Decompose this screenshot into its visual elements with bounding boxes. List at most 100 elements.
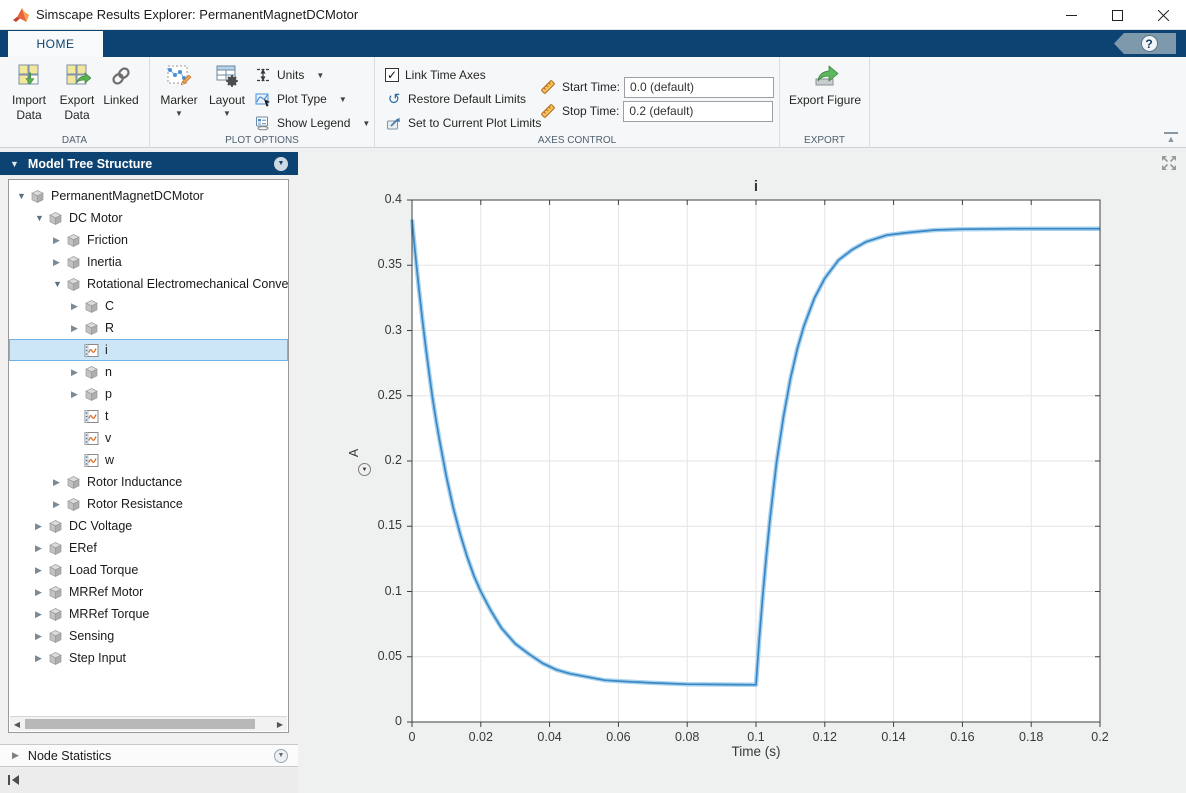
tree-item-t[interactable]: t [9, 405, 288, 427]
tree-item-permanentmagnetdcmotor[interactable]: ▼ PermanentMagnetDCMotor [9, 185, 288, 207]
y-tick-label: 0.3 [384, 322, 402, 337]
y-tick-label: 0.2 [384, 453, 402, 467]
tree-item-sensing[interactable]: ▶ Sensing [9, 625, 288, 647]
expand-arrow-icon[interactable]: ▶ [35, 609, 48, 620]
tree-item-c[interactable]: ▶ C [9, 295, 288, 317]
tree-item-step-input[interactable]: ▶ Step Input [9, 647, 288, 669]
plot-type-menu-button[interactable]: Plot Type ▼ [254, 88, 347, 110]
model-tree-structure-header[interactable]: ▼ Model Tree Structure ▼ [0, 152, 298, 175]
scrollbar-thumb[interactable] [25, 719, 255, 729]
tree-item-p[interactable]: ▶ p [9, 383, 288, 405]
start-time-input[interactable] [624, 76, 775, 98]
expand-arrow-icon[interactable]: ▶ [53, 235, 66, 246]
expand-arrow-icon[interactable]: ▶ [35, 565, 48, 576]
expand-arrow-icon[interactable]: ▶ [53, 499, 66, 510]
minimize-button[interactable] [1048, 0, 1094, 30]
tree-item-r[interactable]: ▶ R [9, 317, 288, 339]
expand-arrow-icon[interactable]: ▶ [71, 389, 84, 400]
set-to-current-plot-limits-button[interactable]: Set to Current Plot Limits [385, 112, 541, 134]
tree-item-label: Rotational Electromechanical Convert [87, 277, 289, 291]
tree-item-label: ERef [69, 541, 97, 555]
block-icon [30, 189, 45, 204]
tree-item-rotational-electromechanical-convert[interactable]: ▼ Rotational Electromechanical Convert [9, 273, 288, 295]
x-tick-label: 0.02 [468, 730, 493, 744]
expand-arrow-icon[interactable]: ▶ [35, 653, 48, 664]
maximize-button[interactable] [1094, 0, 1140, 30]
expand-arrow-icon[interactable]: ▶ [71, 323, 84, 334]
panel-menu-icon[interactable]: ▼ [274, 156, 288, 171]
linked-button[interactable]: Linked [101, 62, 141, 108]
signal-icon [84, 431, 99, 446]
main-area: ▼ Model Tree Structure ▼ ▼ PermanentMagn… [0, 148, 1186, 793]
expand-arrow-icon[interactable]: ▶ [35, 587, 48, 598]
expand-arrow-icon[interactable]: ▶ [35, 521, 48, 532]
tree-item-label: Step Input [69, 651, 126, 665]
tab-home[interactable]: HOME [8, 31, 103, 57]
tree-item-label: DC Voltage [69, 519, 133, 533]
export-figure-button[interactable]: Export Figure [785, 62, 865, 108]
tree-item-rotor-resistance[interactable]: ▶ Rotor Resistance [9, 493, 288, 515]
tree-item-dc-voltage[interactable]: ▶ DC Voltage [9, 515, 288, 537]
chart-title: i [753, 178, 759, 195]
tree-item-load-torque[interactable]: ▶ Load Torque [9, 559, 288, 581]
block-icon [48, 651, 63, 666]
collapse-arrow-icon[interactable]: ▼ [53, 279, 66, 289]
marker-icon [167, 65, 192, 86]
tree-item-v[interactable]: v [9, 427, 288, 449]
y-tick-label: 0.1 [384, 583, 402, 598]
dock-left-icon[interactable] [7, 774, 21, 786]
tree-item-n[interactable]: ▶ n [9, 361, 288, 383]
tree-item-mrref-motor[interactable]: ▶ MRRef Motor [9, 581, 288, 603]
tree-item-w[interactable]: w [9, 449, 288, 471]
help-button[interactable]: ? [1114, 33, 1176, 54]
signal-icon [84, 453, 99, 468]
expand-arrow-icon[interactable]: ▶ [53, 477, 66, 488]
units-menu-button[interactable]: Units ▼ [254, 64, 324, 86]
panel-menu-icon[interactable]: ▼ [274, 748, 288, 763]
tree-item-inertia[interactable]: ▶ Inertia [9, 251, 288, 273]
tree-item-i[interactable]: i [9, 339, 288, 361]
export-figure-icon [815, 65, 839, 86]
chevron-down-icon: ▼ [175, 109, 183, 118]
tree-item-label: t [105, 409, 109, 423]
tree-item-dc-motor[interactable]: ▼ DC Motor [9, 207, 288, 229]
expand-arrow-icon[interactable]: ▶ [35, 631, 48, 642]
scroll-left-icon[interactable]: ◀ [10, 717, 24, 731]
expand-arrow-icon[interactable]: ▶ [53, 257, 66, 268]
ribbon-collapse-button[interactable]: ▲ [1164, 132, 1178, 144]
x-tick-label: 0.18 [1019, 730, 1044, 744]
restore-default-limits-button[interactable]: ↺ Restore Default Limits [385, 88, 526, 110]
stop-time-input[interactable] [623, 100, 774, 122]
expand-arrow-icon[interactable]: ▶ [71, 301, 84, 312]
marker-button[interactable]: Marker ▼ [155, 62, 203, 118]
tree-item-label: MRRef Torque [69, 607, 150, 621]
collapse-arrow-icon[interactable]: ▼ [35, 213, 48, 223]
scroll-right-icon[interactable]: ▶ [273, 717, 287, 731]
chart-canvas[interactable] [298, 148, 1186, 793]
collapse-arrow-icon[interactable]: ▼ [17, 191, 30, 201]
export-data-button[interactable]: Export Data [53, 62, 101, 123]
tree-item-label: n [105, 365, 112, 379]
y-tick-label: 0.25 [377, 387, 402, 402]
tree-item-friction[interactable]: ▶ Friction [9, 229, 288, 251]
show-legend-menu-button[interactable]: Show Legend ▼ [254, 112, 370, 134]
import-data-button[interactable]: Import Data [5, 62, 53, 123]
tree-item-eref[interactable]: ▶ ERef [9, 537, 288, 559]
link-time-axes-checkbox[interactable]: ✓ Link Time Axes [385, 64, 486, 86]
linked-chain-icon [112, 67, 130, 85]
layout-button[interactable]: Layout ▼ [203, 62, 251, 118]
close-button[interactable] [1140, 0, 1186, 30]
tree-item-mrref-torque[interactable]: ▶ MRRef Torque [9, 603, 288, 625]
panel-status-strip [0, 768, 298, 793]
group-axes-control: ✓ Link Time Axes ↺ Restore Default Limit… [375, 57, 780, 148]
expand-arrow-icon[interactable]: ▶ [35, 543, 48, 554]
tree-item-rotor-inductance[interactable]: ▶ Rotor Inductance [9, 471, 288, 493]
horizontal-scrollbar[interactable]: ◀ ▶ [10, 716, 287, 731]
ribbon-toolbar: Import Data Export Data Linked DATA Mark… [0, 57, 1186, 148]
tree-item-label: C [105, 299, 115, 313]
x-tick-label: 0.08 [675, 730, 700, 744]
signal-icon [84, 343, 99, 358]
node-statistics-header[interactable]: ▶ Node Statistics ▼ [0, 744, 298, 767]
expand-arrow-icon[interactable]: ▶ [71, 367, 84, 378]
block-icon [48, 585, 63, 600]
